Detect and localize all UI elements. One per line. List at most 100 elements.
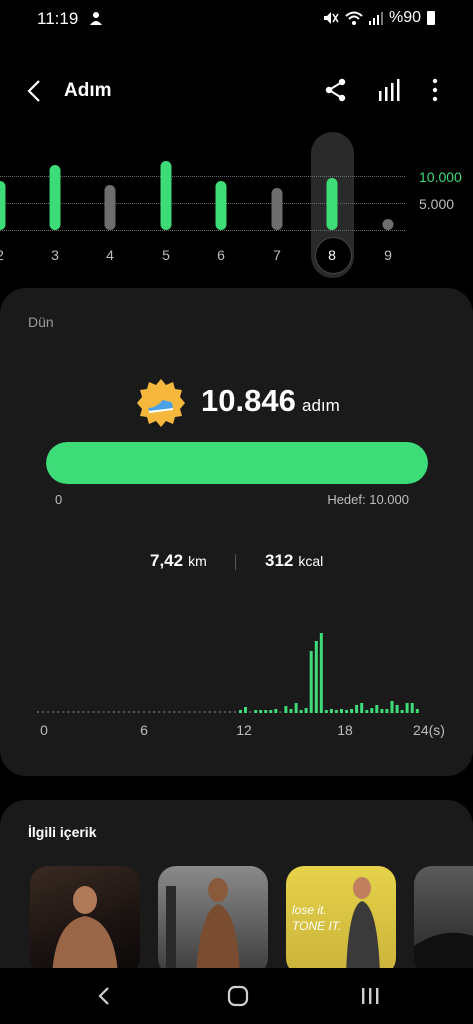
period-label: Dün (28, 314, 54, 330)
goal-line (0, 176, 405, 177)
related-thumb-2[interactable] (158, 866, 268, 976)
day-label[interactable]: 3 (51, 247, 59, 263)
hourly-bar (284, 706, 288, 713)
hourly-bar (42, 711, 45, 713)
day-label[interactable]: 2 (0, 247, 4, 263)
hourly-bar (193, 711, 196, 713)
half-goal-line (0, 203, 405, 204)
hourly-bar (183, 711, 186, 713)
hourly-bar (244, 707, 247, 713)
baseline-line (0, 230, 405, 231)
status-bar: 11:19 %90 (0, 0, 473, 36)
hourly-bar (405, 703, 409, 713)
hourly-bar (178, 711, 181, 713)
day-bar[interactable] (160, 160, 172, 230)
hourly-bar (279, 711, 282, 713)
day-label[interactable]: 4 (106, 247, 114, 263)
goal-text: Hedef: 10.000 (327, 492, 409, 507)
day-label[interactable]: 5 (162, 247, 170, 263)
hourly-steps-chart[interactable] (30, 618, 450, 718)
daily-steps-chart[interactable]: 10.000 5.000 2 3 4 5 6 7 8 9 (0, 128, 473, 278)
nav-back-icon[interactable] (93, 984, 117, 1008)
day-label[interactable]: 7 (273, 247, 281, 263)
day-bar[interactable] (104, 185, 116, 230)
page-title: Adım (64, 80, 112, 101)
hourly-bar (37, 711, 39, 713)
hourly-bar (163, 711, 166, 713)
hourly-bar (269, 710, 273, 713)
more-icon[interactable] (427, 77, 443, 103)
hourly-bar (87, 711, 90, 713)
hourly-bar (329, 709, 333, 713)
day-bar[interactable] (271, 188, 283, 230)
nav-recent-icon[interactable] (358, 984, 382, 1008)
hourly-bar (340, 709, 343, 713)
hour-label: 0 (40, 722, 48, 738)
hourly-bar (218, 711, 221, 713)
hourly-bar (133, 711, 135, 713)
day-label[interactable]: 9 (384, 247, 392, 263)
hourly-bar (410, 703, 414, 713)
calories-value: 312 (265, 551, 294, 570)
thumb-caption-line-2: TONE IT. (292, 919, 342, 933)
hourly-bar (158, 711, 161, 713)
day-label[interactable]: 6 (217, 247, 225, 263)
hourly-bar (208, 711, 211, 713)
bar-chart-icon[interactable] (377, 77, 403, 103)
hourly-bar (138, 711, 140, 713)
related-thumb-1[interactable] (30, 866, 140, 976)
calories: 312 kcal (265, 551, 323, 571)
hourly-bar (153, 711, 156, 713)
hourly-bar (117, 711, 120, 713)
hourly-bar (52, 711, 55, 713)
hourly-bar (67, 711, 70, 713)
hourly-bar (127, 711, 130, 713)
hourly-bar (239, 710, 242, 713)
hourly-bar (370, 708, 374, 713)
related-thumb-4[interactable] (414, 866, 473, 976)
distance-unit: km (188, 553, 207, 569)
back-icon[interactable] (22, 78, 48, 104)
signal-icon (368, 12, 383, 25)
status-time: 11:19 (37, 9, 79, 28)
day-bar[interactable] (0, 181, 6, 230)
goal-progress-bar (46, 442, 428, 484)
day-bar[interactable] (326, 178, 338, 230)
hourly-bar (122, 711, 125, 713)
battery-percent: %90 (388, 9, 421, 26)
wifi-icon (345, 11, 363, 25)
hourly-bar (375, 705, 379, 713)
related-thumb-3[interactable]: lose it. TONE IT. (286, 866, 396, 976)
hourly-bar (274, 709, 278, 713)
hourly-bar (319, 633, 323, 713)
hourly-bar (249, 711, 252, 713)
half-goal-label: 5.000 (419, 196, 455, 212)
share-icon[interactable] (323, 77, 349, 103)
nav-home-icon[interactable] (226, 984, 250, 1008)
hourly-bar (148, 711, 151, 713)
hourly-bar (314, 641, 318, 713)
related-title: İlgili içerik (28, 824, 97, 840)
hourly-bar (102, 711, 105, 713)
hourly-bar (390, 701, 394, 713)
hourly-bar (289, 709, 293, 713)
day-bar-empty[interactable] (382, 219, 394, 230)
progress-start-label: 0 (55, 492, 63, 507)
hour-label: 24(s) (413, 722, 445, 738)
day-bar[interactable] (49, 164, 61, 230)
hourly-bar (400, 710, 404, 713)
day-label[interactable]: 8 (328, 247, 336, 263)
distance-value: 7,42 (150, 551, 184, 570)
hour-label: 6 (140, 722, 148, 738)
hourly-bar (299, 710, 303, 713)
hourly-bar (97, 711, 100, 713)
hourly-bar (143, 711, 145, 713)
hourly-bar (355, 705, 359, 713)
hourly-bar (47, 711, 50, 713)
athlete-image (52, 886, 118, 976)
hourly-bar (365, 710, 369, 713)
hourly-bar (309, 651, 313, 713)
hourly-bar (223, 711, 226, 713)
day-bar[interactable] (215, 181, 227, 230)
hour-label: 18 (337, 722, 353, 738)
